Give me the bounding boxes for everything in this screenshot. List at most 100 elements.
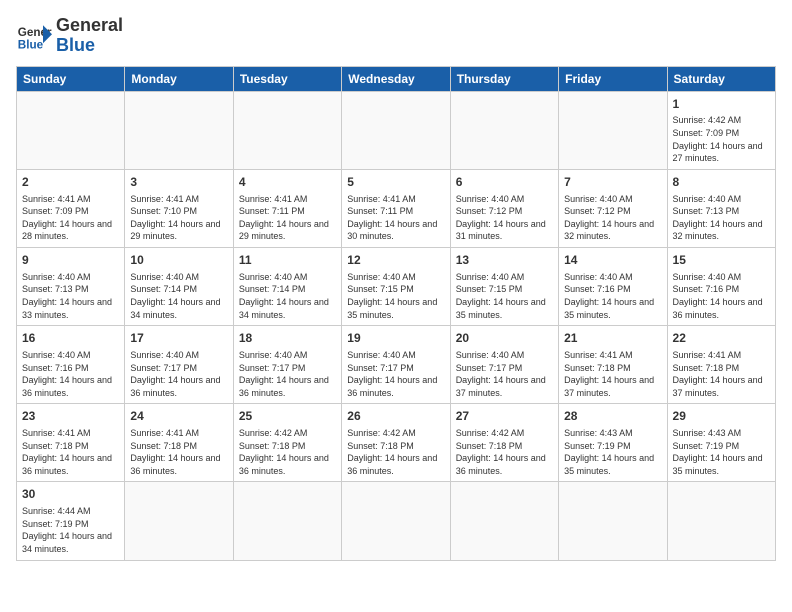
day-cell: 16Sunrise: 4:40 AM Sunset: 7:16 PM Dayli… xyxy=(17,326,125,404)
day-info: Sunrise: 4:41 AM Sunset: 7:18 PM Dayligh… xyxy=(22,427,119,477)
week-row-3: 16Sunrise: 4:40 AM Sunset: 7:16 PM Dayli… xyxy=(17,326,776,404)
day-cell: 8 Sunrise: 4:40 AM Sunset: 7:13 PM Daylig… xyxy=(667,169,775,247)
day-number: 6 xyxy=(456,174,553,191)
day-cell: 23 Sunrise: 4:41 AM Sunset: 7:18 PM Dayli… xyxy=(17,404,125,482)
header: General Blue General Blue xyxy=(16,16,776,56)
day-info: Sunrise: 4:40 AM Sunset: 7:14 PM Dayligh… xyxy=(130,271,227,321)
weekday-header-saturday: Saturday xyxy=(667,66,775,91)
day-cell: 14 Sunrise: 4:40 AM Sunset: 7:16 PM Dayli… xyxy=(559,247,667,325)
day-info: Sunrise: 4:41 AM Sunset: 7:18 PM Dayligh… xyxy=(130,427,227,477)
day-number: 19 xyxy=(347,330,444,347)
day-info: Sunrise: 4:43 AM Sunset: 7:19 PM Dayligh… xyxy=(673,427,770,477)
day-cell: 22 Sunrise: 4:41 AM Sunset: 7:18 PM Dayli… xyxy=(667,326,775,404)
weekday-header-monday: Monday xyxy=(125,66,233,91)
day-cell: 2Sunrise: 4:41 AM Sunset: 7:09 PM Daylig… xyxy=(17,169,125,247)
day-cell: 20 Sunrise: 4:40 AM Sunset: 7:17 PM Dayli… xyxy=(450,326,558,404)
week-row-1: 2Sunrise: 4:41 AM Sunset: 7:09 PM Daylig… xyxy=(17,169,776,247)
day-number: 28 xyxy=(564,408,661,425)
day-info: Sunrise: 4:41 AM Sunset: 7:18 PM Dayligh… xyxy=(564,349,661,399)
day-info: Sunrise: 4:44 AM Sunset: 7:19 PM Dayligh… xyxy=(22,505,119,555)
day-cell xyxy=(450,482,558,560)
day-info: Sunrise: 4:40 AM Sunset: 7:13 PM Dayligh… xyxy=(673,193,770,243)
day-cell: 10 Sunrise: 4:40 AM Sunset: 7:14 PM Dayli… xyxy=(125,247,233,325)
calendar-body: 1Sunrise: 4:42 AM Sunset: 7:09 PM Daylig… xyxy=(17,91,776,560)
week-row-2: 9Sunrise: 4:40 AM Sunset: 7:13 PM Daylig… xyxy=(17,247,776,325)
day-cell: 12Sunrise: 4:40 AM Sunset: 7:15 PM Dayli… xyxy=(342,247,450,325)
day-number: 14 xyxy=(564,252,661,269)
day-cell xyxy=(125,91,233,169)
day-info: Sunrise: 4:40 AM Sunset: 7:16 PM Dayligh… xyxy=(673,271,770,321)
weekday-header-wednesday: Wednesday xyxy=(342,66,450,91)
day-cell: 15 Sunrise: 4:40 AM Sunset: 7:16 PM Dayli… xyxy=(667,247,775,325)
day-number: 24 xyxy=(130,408,227,425)
weekday-header-thursday: Thursday xyxy=(450,66,558,91)
day-cell xyxy=(559,91,667,169)
day-number: 30 xyxy=(22,486,119,503)
svg-text:Blue: Blue xyxy=(18,38,44,51)
day-cell: 1Sunrise: 4:42 AM Sunset: 7:09 PM Daylig… xyxy=(667,91,775,169)
day-cell: 19 Sunrise: 4:40 AM Sunset: 7:17 PM Dayli… xyxy=(342,326,450,404)
day-cell xyxy=(667,482,775,560)
day-info: Sunrise: 4:40 AM Sunset: 7:16 PM Dayligh… xyxy=(22,349,119,399)
day-cell: 26 Sunrise: 4:42 AM Sunset: 7:18 PM Dayli… xyxy=(342,404,450,482)
day-number: 29 xyxy=(673,408,770,425)
day-cell xyxy=(17,91,125,169)
day-cell xyxy=(450,91,558,169)
day-info: Sunrise: 4:41 AM Sunset: 7:11 PM Dayligh… xyxy=(347,193,444,243)
day-info: Sunrise: 4:40 AM Sunset: 7:12 PM Dayligh… xyxy=(564,193,661,243)
day-cell: 6 Sunrise: 4:40 AM Sunset: 7:12 PM Daylig… xyxy=(450,169,558,247)
weekday-header-tuesday: Tuesday xyxy=(233,66,341,91)
day-info: Sunrise: 4:40 AM Sunset: 7:17 PM Dayligh… xyxy=(456,349,553,399)
weekday-header-friday: Friday xyxy=(559,66,667,91)
day-cell: 29 Sunrise: 4:43 AM Sunset: 7:19 PM Dayli… xyxy=(667,404,775,482)
day-cell: 5 Sunrise: 4:41 AM Sunset: 7:11 PM Daylig… xyxy=(342,169,450,247)
day-number: 21 xyxy=(564,330,661,347)
day-cell: 13Sunrise: 4:40 AM Sunset: 7:15 PM Dayli… xyxy=(450,247,558,325)
day-number: 1 xyxy=(673,96,770,113)
day-info: Sunrise: 4:40 AM Sunset: 7:17 PM Dayligh… xyxy=(347,349,444,399)
day-info: Sunrise: 4:40 AM Sunset: 7:15 PM Dayligh… xyxy=(347,271,444,321)
day-info: Sunrise: 4:42 AM Sunset: 7:09 PM Dayligh… xyxy=(673,114,770,164)
day-cell xyxy=(125,482,233,560)
logo: General Blue General Blue xyxy=(16,16,123,56)
week-row-0: 1Sunrise: 4:42 AM Sunset: 7:09 PM Daylig… xyxy=(17,91,776,169)
day-number: 17 xyxy=(130,330,227,347)
week-row-5: 30 Sunrise: 4:44 AM Sunset: 7:19 PM Dayli… xyxy=(17,482,776,560)
day-number: 5 xyxy=(347,174,444,191)
day-info: Sunrise: 4:40 AM Sunset: 7:17 PM Dayligh… xyxy=(239,349,336,399)
day-number: 23 xyxy=(22,408,119,425)
day-info: Sunrise: 4:42 AM Sunset: 7:18 PM Dayligh… xyxy=(239,427,336,477)
day-cell: 4Sunrise: 4:41 AM Sunset: 7:11 PM Daylig… xyxy=(233,169,341,247)
day-number: 25 xyxy=(239,408,336,425)
day-number: 22 xyxy=(673,330,770,347)
day-cell: 9Sunrise: 4:40 AM Sunset: 7:13 PM Daylig… xyxy=(17,247,125,325)
day-cell: 24 Sunrise: 4:41 AM Sunset: 7:18 PM Dayli… xyxy=(125,404,233,482)
day-number: 11 xyxy=(239,252,336,269)
day-number: 26 xyxy=(347,408,444,425)
day-info: Sunrise: 4:40 AM Sunset: 7:15 PM Dayligh… xyxy=(456,271,553,321)
day-cell xyxy=(342,91,450,169)
day-info: Sunrise: 4:41 AM Sunset: 7:10 PM Dayligh… xyxy=(130,193,227,243)
day-cell: 7Sunrise: 4:40 AM Sunset: 7:12 PM Daylig… xyxy=(559,169,667,247)
day-cell xyxy=(342,482,450,560)
day-number: 27 xyxy=(456,408,553,425)
day-info: Sunrise: 4:42 AM Sunset: 7:18 PM Dayligh… xyxy=(347,427,444,477)
day-info: Sunrise: 4:40 AM Sunset: 7:16 PM Dayligh… xyxy=(564,271,661,321)
day-number: 10 xyxy=(130,252,227,269)
day-number: 20 xyxy=(456,330,553,347)
day-cell: 25 Sunrise: 4:42 AM Sunset: 7:18 PM Dayli… xyxy=(233,404,341,482)
day-cell: 3Sunrise: 4:41 AM Sunset: 7:10 PM Daylig… xyxy=(125,169,233,247)
day-info: Sunrise: 4:41 AM Sunset: 7:18 PM Dayligh… xyxy=(673,349,770,399)
day-number: 8 xyxy=(673,174,770,191)
day-cell xyxy=(233,482,341,560)
day-number: 15 xyxy=(673,252,770,269)
day-info: Sunrise: 4:42 AM Sunset: 7:18 PM Dayligh… xyxy=(456,427,553,477)
day-number: 18 xyxy=(239,330,336,347)
day-info: Sunrise: 4:40 AM Sunset: 7:13 PM Dayligh… xyxy=(22,271,119,321)
day-info: Sunrise: 4:43 AM Sunset: 7:19 PM Dayligh… xyxy=(564,427,661,477)
day-info: Sunrise: 4:40 AM Sunset: 7:12 PM Dayligh… xyxy=(456,193,553,243)
day-number: 4 xyxy=(239,174,336,191)
day-cell xyxy=(559,482,667,560)
day-cell: 17Sunrise: 4:40 AM Sunset: 7:17 PM Dayli… xyxy=(125,326,233,404)
calendar-table: SundayMondayTuesdayWednesdayThursdayFrid… xyxy=(16,66,776,561)
